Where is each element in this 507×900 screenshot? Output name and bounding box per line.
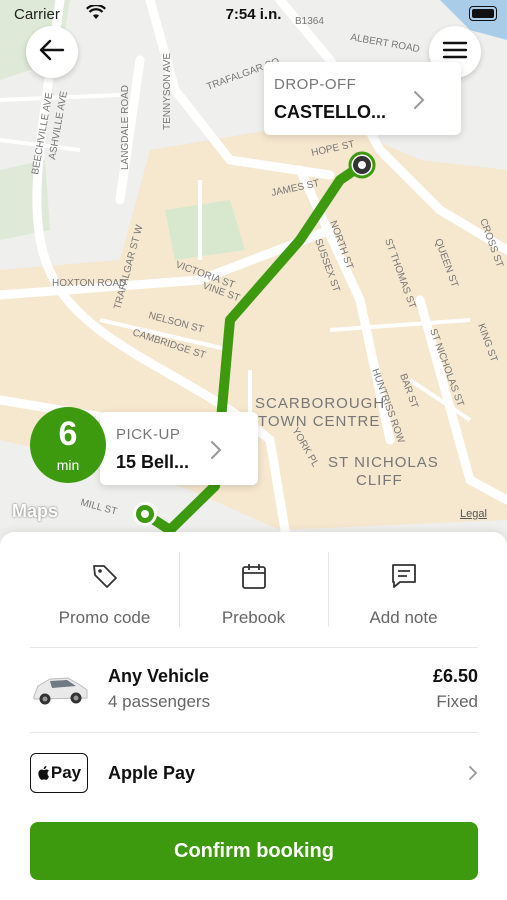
- legal-link[interactable]: Legal: [460, 508, 487, 520]
- eta-unit: min: [56, 457, 80, 473]
- promo-code-button[interactable]: Promo code: [30, 532, 179, 647]
- area-label: SCARBOROUGH: [255, 395, 385, 412]
- hamburger-icon: [442, 40, 468, 65]
- area-label: ST NICHOLAS: [328, 454, 439, 471]
- apple-logo-icon: [38, 765, 49, 780]
- pickup-callout[interactable]: PICK-UP 15 Bell...: [100, 412, 258, 485]
- vehicle-name: Any Vehicle: [108, 666, 210, 686]
- price-type: Fixed: [436, 692, 478, 711]
- add-note-label: Add note: [369, 608, 438, 627]
- eta-value: 6: [58, 415, 78, 453]
- dropoff-callout[interactable]: DROP-OFF CASTELLO...: [264, 62, 461, 135]
- apple-pay-badge-text: Pay: [50, 763, 82, 782]
- vehicle-passengers: 4 passengers: [108, 692, 211, 711]
- tag-icon: [30, 562, 179, 590]
- payment-name: Apple Pay: [108, 763, 196, 783]
- street-label: TENNYSON AVE: [162, 53, 173, 130]
- maps-logo: Maps: [12, 501, 58, 522]
- street-label: LANGDALE ROAD: [120, 85, 131, 170]
- arrow-left-icon: [39, 39, 65, 66]
- vehicle-price: £6.50: [432, 666, 478, 686]
- add-note-button[interactable]: Add note: [329, 532, 478, 647]
- maps-logo-text: Maps: [12, 501, 59, 521]
- payment-method-row[interactable]: Pay Apple Pay: [30, 733, 478, 815]
- apple-pay-badge: Pay: [30, 753, 88, 793]
- vehicle-option[interactable]: Any Vehicle 4 passengers £6.50 Fixed: [30, 648, 478, 733]
- calendar-icon: [179, 562, 328, 590]
- prebook-label: Prebook: [221, 608, 286, 627]
- eta-badge: 6 min: [30, 407, 106, 483]
- dropoff-address: CASTELLO...: [274, 102, 386, 122]
- pickup-label: PICK-UP: [116, 426, 181, 443]
- note-icon: [329, 562, 478, 590]
- clock: 7:54 i.n.: [225, 6, 282, 23]
- area-label: CLIFF: [356, 472, 403, 489]
- dropoff-label: DROP-OFF: [274, 76, 357, 93]
- chevron-right-icon: [413, 90, 425, 115]
- status-bar: Carrier 7:54 i.n.: [0, 0, 507, 30]
- prebook-button[interactable]: Prebook: [179, 532, 328, 647]
- area-label: TOWN CENTRE: [258, 413, 380, 430]
- battery-icon: [469, 6, 497, 21]
- confirm-booking-button[interactable]: Confirm booking: [30, 822, 478, 880]
- booking-sheet: Promo code Prebook Add note Any Vehicle …: [0, 532, 507, 900]
- chevron-right-icon: [210, 440, 222, 465]
- chevron-right-icon: [468, 765, 478, 786]
- action-row: Promo code Prebook Add note: [30, 532, 478, 648]
- street-label: HOXTON ROAD: [52, 278, 126, 289]
- back-button[interactable]: [26, 26, 78, 78]
- promo-code-label: Promo code: [58, 608, 151, 627]
- pickup-address: 15 Bell...: [116, 452, 190, 472]
- car-icon: [30, 666, 90, 715]
